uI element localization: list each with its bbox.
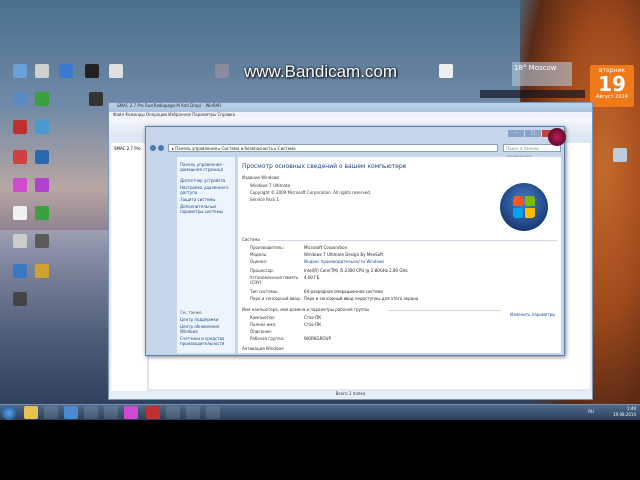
sidebar-system-protection[interactable]: Защита системы [177,196,235,203]
clock-date: 19.08.2014 [613,412,636,417]
taskbar-app-icon[interactable] [206,406,220,419]
divider [388,310,501,311]
taskbar-app-icon[interactable] [166,406,180,419]
desktop-icon[interactable] [24,150,60,165]
winrar-folder-pane[interactable]: SMAC 2.7 Pro [111,143,147,393]
system-header: Система [242,237,260,242]
minimize-button[interactable]: – [508,130,524,137]
see-also-action-center[interactable]: Центр поддержки [177,316,235,323]
desktop-icon[interactable] [2,292,38,307]
logo-yellow [525,208,535,218]
page-title: Просмотр основных сведений о вашем компь… [242,163,407,170]
row-label: Тип системы: [250,289,279,294]
desktop-icon[interactable] [98,64,134,79]
sidebar-advanced-settings[interactable]: Дополнительные параметры системы [177,203,235,215]
maximize-button[interactable]: □ [525,130,541,137]
address-bar[interactable]: ▸ Панель управления ▸ Система и безопасн… [168,144,498,152]
see-also-label: См. также [180,310,202,315]
weather-gadget: 18° Moscow [512,62,572,86]
taskbar-app-icon[interactable] [104,406,118,419]
sidebar-home-link[interactable]: Панель управления - домашняя страница [177,161,235,173]
system-window[interactable]: – □ ✕ ▸ Панель управления ▸ Система и бе… [145,126,565,356]
system-info-panel: Просмотр основных сведений о вашем компь… [238,157,561,353]
desktop-icon[interactable] [24,120,60,135]
letterbox-bottom [0,420,640,480]
calendar-gadget: вторник 19 Август 2014 [590,65,634,107]
row-value: Intel(R) Core(TM) i5-2300 CPU @ 2.80GHz … [304,268,408,273]
logo-green [525,196,535,206]
row-label: Описание: [250,329,273,334]
taskbar-explorer-icon[interactable] [24,406,38,419]
taskbar-app-icon[interactable] [84,406,98,419]
desktop: www.Bandicam.com 18° Moscow вторник 19 А… [0,0,640,420]
divider [268,240,557,241]
weather-temp: 18° [514,64,527,72]
media-gadget [480,90,585,98]
row-label: Компьютер: [250,315,276,320]
sidebar-device-manager[interactable]: Диспетчер устройств [177,177,235,184]
row-value: 64-разрядная операционная система [304,289,384,294]
row-value: WORKGROUP [304,336,331,341]
taskbar-media-icon[interactable] [44,406,58,419]
see-also-windows-update[interactable]: Центр обновления Windows [177,323,235,335]
desktop-icon[interactable] [24,234,60,249]
logo-red [513,196,523,206]
performance-index-link[interactable]: Индекс производительности Windows [304,259,384,264]
back-button[interactable] [150,145,156,151]
taskbar-bandicam-icon[interactable] [146,406,160,419]
see-also-performance[interactable]: Счетчики и средства производительности [177,335,235,347]
language-indicator[interactable]: RU [588,409,594,414]
row-value: Windows 7 Ultimate Design By MeeSoft [304,252,384,257]
winrar-status: Всего 1 папка [109,391,592,399]
desktop-icon[interactable] [428,64,464,79]
bandicam-watermark: www.Bandicam.com [244,62,398,81]
row-label: Полное имя: [250,322,277,327]
winrar-folder-item[interactable]: SMAC 2.7 Pro [111,143,147,154]
taskbar-app-icon[interactable] [124,406,138,419]
name-header: Имя компьютера, имя домена и параметры р… [242,307,370,312]
row-label: Установленная память (ОЗУ): [250,275,299,285]
row-value: 4,00 ГБ [304,275,320,280]
desktop-icon[interactable] [24,92,60,107]
edition-value: Windows 7 Ultimate [250,183,291,188]
row-label: Рабочая группа: [250,336,285,341]
windows-logo-icon [500,183,548,231]
row-label: Оценка: [250,259,268,264]
row-value: Стас-ПК [304,322,322,327]
weather-city: Moscow [528,64,557,72]
forward-button[interactable] [158,145,164,151]
desktop-icon[interactable] [24,178,60,193]
winrar-title: SMAC 2.7 Pro Rus(Radiopage:M Anti Drop) … [109,103,592,112]
system-tray[interactable]: 1:40 19.08.2014 [613,406,636,418]
desktop-icon[interactable] [24,264,60,279]
copyright-text: Copyright © 2009 Microsoft Corporation. … [250,190,372,195]
activation-header: Активация Windows [242,346,284,351]
row-value: Microsoft Corporation [304,245,348,250]
service-pack: Service Pack 1 [250,197,280,202]
bandicam-record-icon[interactable] [548,128,566,146]
change-settings-link[interactable]: Изменить параметры [510,312,556,317]
recycle-bin-icon[interactable] [602,148,638,163]
row-label: Модель: [250,252,268,257]
desktop-icon[interactable] [204,64,240,79]
desktop-icon[interactable] [24,206,60,221]
calendar-day: 19 [598,72,626,96]
calendar-month: Август 2014 [596,94,628,100]
control-panel-sidebar: Панель управления - домашняя страница Ди… [177,157,235,353]
taskbar-app-icon[interactable] [186,406,200,419]
row-label: Производитель: [250,245,284,250]
sidebar-remote-settings[interactable]: Настройка удаленного доступа [177,184,235,196]
taskbar-chrome-icon[interactable] [64,406,78,419]
row-label: Процессор: [250,268,274,273]
row-value: Стас-ПК [304,315,322,320]
logo-blue [513,208,523,218]
start-button[interactable] [2,406,16,420]
row-label: Перо и сенсорный ввод: [250,296,301,301]
edition-header: Издание Windows [242,175,280,180]
row-value: Перо и сенсорный ввод недоступны для это… [304,296,419,301]
taskbar: 1:40 19.08.2014 RU [0,404,640,421]
